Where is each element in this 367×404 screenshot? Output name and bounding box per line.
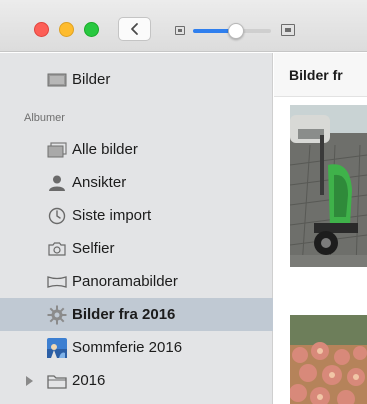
photo-grid-pane: Bilder fr xyxy=(274,53,367,404)
photo-thumbnail[interactable] xyxy=(290,315,367,404)
sidebar-item-panoramas[interactable]: Panoramabilder xyxy=(0,265,273,298)
clock-icon xyxy=(47,207,67,225)
sidebar-item-faces[interactable]: Ansikter xyxy=(0,166,273,199)
sidebar-item-label: Selfier xyxy=(72,240,115,257)
sidebar-item-label: Bilder xyxy=(72,71,111,88)
sidebar-item-label: Alle bilder xyxy=(72,141,138,158)
maximize-window-button[interactable] xyxy=(84,22,99,37)
chevron-left-icon xyxy=(130,23,138,35)
camera-icon xyxy=(47,240,67,258)
sidebar-item-all-photos[interactable]: Alle bilder xyxy=(0,133,273,166)
page-title: Bilder fr xyxy=(289,67,343,83)
sidebar-item-label: Bilder fra 2016 xyxy=(72,306,176,323)
library-icon xyxy=(47,71,67,89)
section-header-albums: Albumer xyxy=(24,112,65,124)
flowers-photo-image xyxy=(290,315,367,404)
minimize-window-button[interactable] xyxy=(59,22,74,37)
sidebar-item-photos-2016[interactable]: Bilder fra 2016 xyxy=(0,298,273,331)
sidebar-item-label: Panoramabilder xyxy=(72,273,178,290)
gear-icon xyxy=(47,305,67,324)
zoom-out-icon[interactable] xyxy=(175,26,185,35)
close-window-button[interactable] xyxy=(34,22,49,37)
disclosure-triangle-icon[interactable] xyxy=(26,376,33,386)
zoom-slider-thumb[interactable] xyxy=(228,23,244,39)
person-icon xyxy=(47,174,67,192)
sidebar-item-folder-2016[interactable]: 2016 xyxy=(0,364,273,397)
folder-icon xyxy=(47,372,67,390)
sidebar-item-label: Siste import xyxy=(72,207,152,224)
window-toolbar xyxy=(0,0,367,52)
sidebar-item-label: Ansikter xyxy=(72,174,127,191)
sidebar-item-label: Sommferie 2016 xyxy=(72,339,183,356)
sidebar-item-selfies[interactable]: Selfier xyxy=(0,232,273,265)
scooter-photo-image xyxy=(290,105,367,267)
sidebar: Bilder Albumer Alle bilder Ansikter Sist… xyxy=(0,53,273,404)
panorama-icon xyxy=(47,273,67,291)
zoom-in-icon[interactable] xyxy=(281,24,295,36)
sidebar-item-label: 2016 xyxy=(72,372,106,389)
all-photos-icon xyxy=(47,141,67,159)
sidebar-item-last-import[interactable]: Siste import xyxy=(0,199,273,232)
photo-thumbnail[interactable] xyxy=(290,105,367,267)
sidebar-item-library[interactable]: Bilder xyxy=(0,63,273,96)
back-button[interactable] xyxy=(118,17,151,41)
album-thumbnail-icon xyxy=(47,337,67,358)
sidebar-item-summer-vacation-2016[interactable]: Sommferie 2016 xyxy=(0,331,273,364)
content-header: Bilder fr xyxy=(274,53,367,97)
